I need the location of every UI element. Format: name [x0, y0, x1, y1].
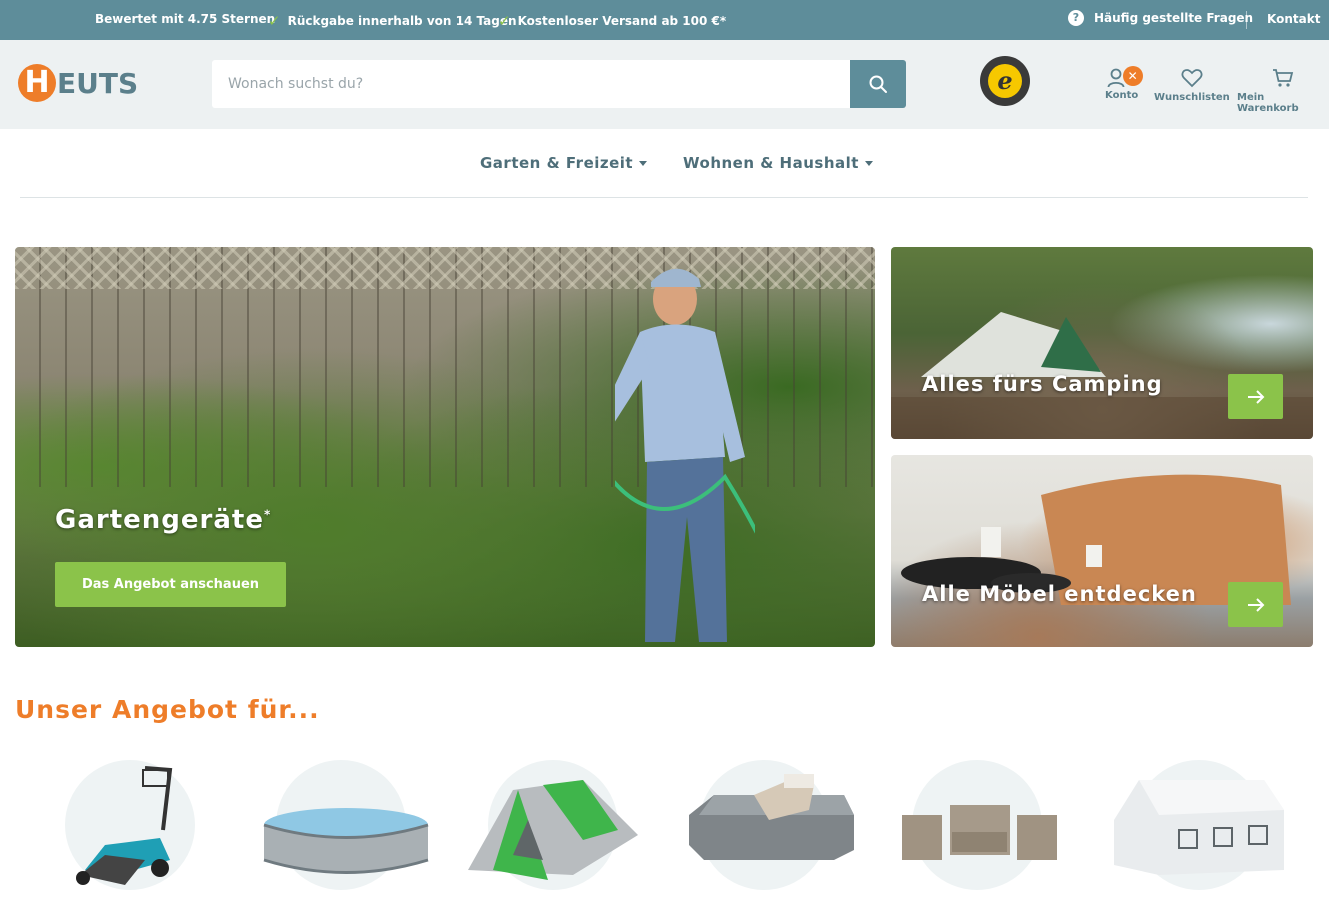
camping-tile[interactable]: Alles fürs Camping — [891, 247, 1313, 439]
cart-label: Mein Warenkorb — [1237, 92, 1299, 114]
cart-button[interactable]: Mein Warenkorb — [1237, 68, 1329, 114]
rating-prefix: Bewertet mit — [95, 12, 188, 26]
furniture-tile[interactable]: Alle Möbel entdecken — [891, 455, 1313, 647]
wishlist-label: Wunschlisten — [1154, 92, 1230, 103]
wishlist-button[interactable]: Wunschlisten — [1154, 68, 1230, 103]
search-button[interactable] — [850, 60, 906, 108]
offers-title: Unser Angebot für... — [15, 695, 320, 724]
camping-arrow-button[interactable] — [1228, 374, 1283, 419]
nav-item-garten-freizeit[interactable]: Garten & Freizeit — [480, 154, 648, 172]
nav-item-label: Garten & Freizeit — [480, 154, 634, 172]
tent-icon — [468, 780, 638, 880]
furniture-arrow-button[interactable] — [1228, 582, 1283, 627]
shipping-text: Kostenloser Versand ab 100 €* — [517, 14, 727, 28]
user-icon — [1107, 68, 1125, 88]
contact-link[interactable]: Kontakt — [1267, 12, 1320, 26]
lawnmower-image — [76, 766, 173, 885]
rating-value: 4.75 Sternen — [187, 12, 276, 26]
trusted-shops-letter: e — [988, 64, 1022, 98]
check-icon: ✓ — [268, 12, 281, 30]
nav-item-wohnen-haushalt[interactable]: Wohnen & Haushalt — [683, 154, 873, 172]
return-usp: ✓ Rückgabe innerhalb von 14 Tagen — [268, 12, 517, 30]
category-party-tent[interactable] — [1114, 760, 1284, 890]
top-info-bar: Bewertet mit 4.75 Sternen ✓ Rückgabe inn… — [0, 0, 1329, 40]
category-pool[interactable] — [263, 760, 429, 890]
category-garden-furniture[interactable] — [902, 760, 1057, 890]
hero-garden-banner[interactable]: Gartengeräte* Das Angebot anschauen — [15, 247, 875, 647]
nav-item-label: Wohnen & Haushalt — [683, 154, 859, 172]
topbar-divider — [1246, 11, 1247, 29]
search-icon — [869, 75, 887, 93]
rating-usp: Bewertet mit 4.75 Sternen — [95, 12, 275, 26]
view-offer-button[interactable]: Das Angebot anschauen — [55, 562, 286, 607]
category-lawnmower[interactable] — [65, 760, 195, 890]
search-bar — [212, 60, 906, 108]
category-tent[interactable] — [468, 760, 638, 890]
close-icon: ✕ — [1122, 66, 1143, 86]
shipping-usp: ✓ Kostenloser Versand ab 100 €* — [498, 12, 726, 30]
account-label: Konto — [1105, 90, 1139, 101]
hero-title: Gartengeräte* — [55, 505, 272, 535]
garden-furniture-image — [902, 805, 1057, 860]
caret-down-icon — [864, 160, 873, 166]
main-nav: Garten & Freizeit Wohnen & Haushalt — [0, 129, 1329, 198]
logo-initial: H — [18, 64, 56, 102]
party-tent-image — [1114, 780, 1284, 875]
account-button[interactable]: ✕ Konto — [1105, 66, 1143, 101]
caret-down-icon — [639, 160, 648, 166]
air-mattress-image — [689, 774, 854, 860]
gardener-image — [615, 268, 755, 642]
check-icon: ✓ — [498, 12, 511, 30]
heart-icon — [1181, 69, 1203, 88]
nav-divider — [20, 197, 1308, 198]
site-header: H EUTS e ✕ Konto Wunschlisten — [0, 40, 1329, 129]
return-text: Rückgabe innerhalb von 14 Tagen — [287, 14, 517, 28]
faq-link[interactable]: ? Häufig gestellte Fragen — [1068, 10, 1253, 26]
help-icon: ? — [1068, 10, 1084, 26]
arrow-right-icon — [1247, 389, 1264, 404]
faq-label: Häufig gestellte Fragen — [1094, 11, 1254, 25]
arrow-right-icon — [1247, 597, 1264, 612]
pool-image — [263, 808, 429, 874]
furniture-tile-title: Alle Möbel entdecken — [922, 582, 1197, 606]
trusted-shops-badge[interactable]: e — [980, 56, 1030, 106]
cart-icon — [1273, 69, 1294, 87]
search-input[interactable] — [212, 60, 850, 108]
category-air-mattress[interactable] — [689, 760, 854, 890]
logo-text: EUTS — [57, 66, 139, 100]
heuts-logo[interactable]: H EUTS — [18, 64, 138, 102]
camping-tile-title: Alles fürs Camping — [922, 372, 1163, 396]
